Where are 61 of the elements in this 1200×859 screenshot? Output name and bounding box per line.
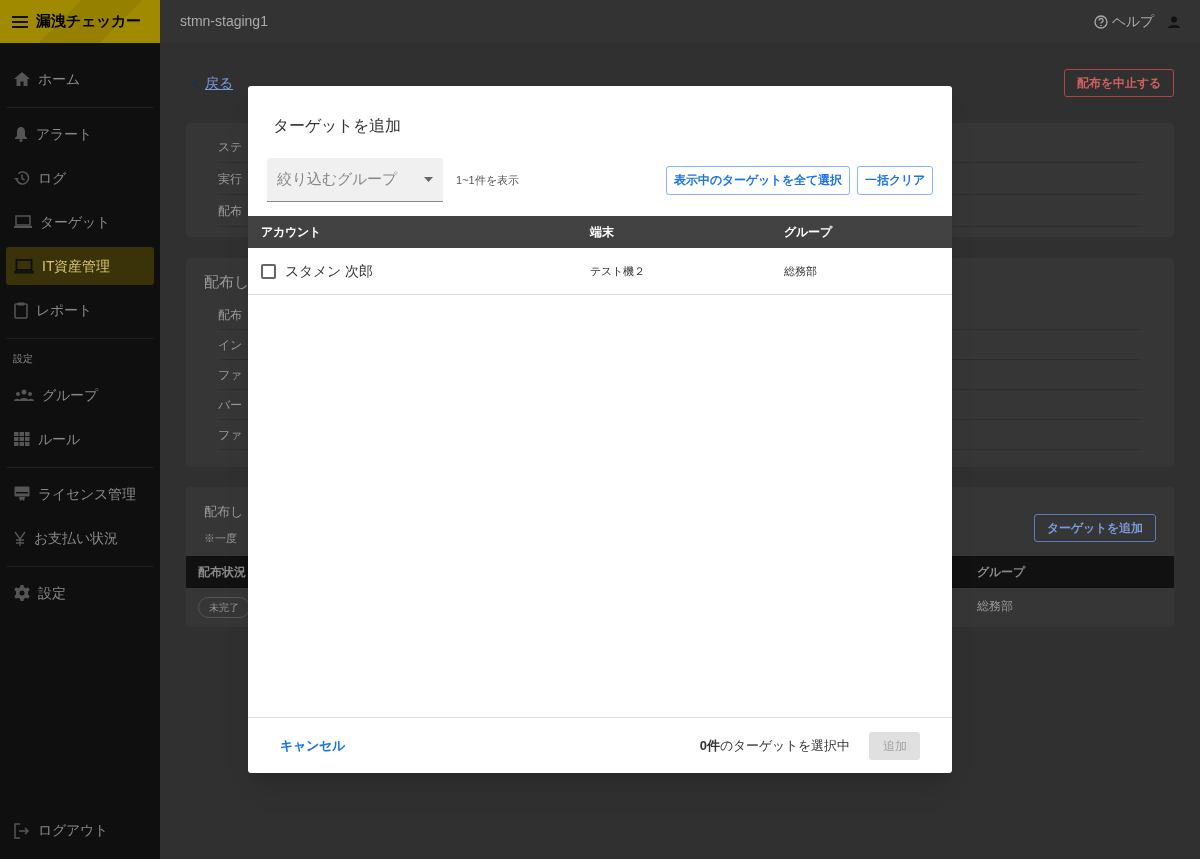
- history-icon: [14, 170, 30, 186]
- yen-icon: [14, 530, 26, 546]
- sidebar-item[interactable]: ターゲット: [6, 203, 154, 241]
- clipboard-icon: [14, 301, 28, 319]
- field-label: 配布: [218, 202, 242, 220]
- bell-icon: [14, 126, 28, 142]
- workspace-name: stmn-staging1: [180, 12, 268, 31]
- selection-count: 0件のターゲットを選択中: [699, 736, 850, 755]
- column-header: グループ: [784, 224, 832, 241]
- sidebar-item[interactable]: お支払い状況: [6, 519, 154, 557]
- column-header: アカウント: [260, 224, 322, 241]
- dialog-action-button[interactable]: 表示中のターゲットを全て選択: [666, 165, 850, 195]
- sidebar-item[interactable]: ホーム: [6, 60, 154, 98]
- checkbox[interactable]: [261, 263, 276, 279]
- sidebar-item[interactable]: レポート: [6, 291, 154, 329]
- home-icon: [14, 72, 30, 86]
- table-cell-text: 総務部: [977, 598, 1013, 615]
- account-name: スタメン 次郎: [285, 261, 373, 281]
- table-cell-text: テスト機２: [590, 263, 646, 279]
- help-icon: [1094, 14, 1108, 29]
- grid-icon: [14, 432, 30, 446]
- sidebar-item[interactable]: ルール: [6, 420, 154, 458]
- section-heading: 設定: [13, 353, 33, 364]
- menu-icon[interactable]: [12, 15, 28, 28]
- field-label: 配布: [218, 306, 242, 324]
- table-cell-text: 総務部: [784, 263, 817, 279]
- sidebar-item[interactable]: 設定: [6, 574, 154, 612]
- column-header: 配布状況: [198, 564, 247, 581]
- people-icon: [14, 389, 34, 401]
- add-target-button[interactable]: ターゲットを追加: [1034, 514, 1156, 542]
- cancel-link[interactable]: キャンセル: [280, 735, 345, 756]
- card-title: 配布し: [204, 273, 249, 290]
- settings-icon: [14, 585, 30, 601]
- group-filter-select[interactable]: 絞り込むグループ: [267, 158, 443, 202]
- app-title: 漏洩チェッカー: [36, 11, 141, 32]
- card-title: 配布し: [204, 503, 243, 521]
- logout-link[interactable]: ログアウト: [0, 820, 160, 859]
- laptop-icon: [14, 258, 34, 274]
- sidebar-item[interactable]: IT資産管理: [6, 247, 154, 285]
- chevron-left-icon: [192, 77, 199, 89]
- sidebar-item[interactable]: ログ: [6, 159, 154, 197]
- field-label: バー: [218, 396, 242, 414]
- field-label: ステ: [218, 138, 242, 156]
- monitor-icon: [14, 486, 30, 502]
- field-label: ファ: [218, 426, 242, 444]
- help-link[interactable]: ヘルプ: [1094, 11, 1154, 32]
- field-label: 実行: [218, 170, 242, 188]
- dialog-action-button[interactable]: 一括クリア: [857, 165, 933, 195]
- logout-icon: [14, 822, 30, 839]
- card-note: ※一度: [204, 530, 237, 546]
- field-label: イン: [218, 336, 242, 354]
- sidebar-item[interactable]: アラート: [6, 115, 154, 153]
- dialog-title: ターゲットを追加: [272, 116, 402, 136]
- column-header: 端末: [590, 224, 615, 241]
- dropdown-caret-icon: [424, 177, 433, 182]
- field-label: ファ: [218, 366, 242, 384]
- column-header: グループ: [977, 564, 1025, 581]
- sidebar-item[interactable]: ライセンス管理: [6, 475, 154, 513]
- result-count: 1~1件を表示: [456, 172, 519, 188]
- sidebar-item[interactable]: グループ: [6, 376, 154, 414]
- stop-distribution-button[interactable]: 配布を中止する: [1064, 69, 1174, 97]
